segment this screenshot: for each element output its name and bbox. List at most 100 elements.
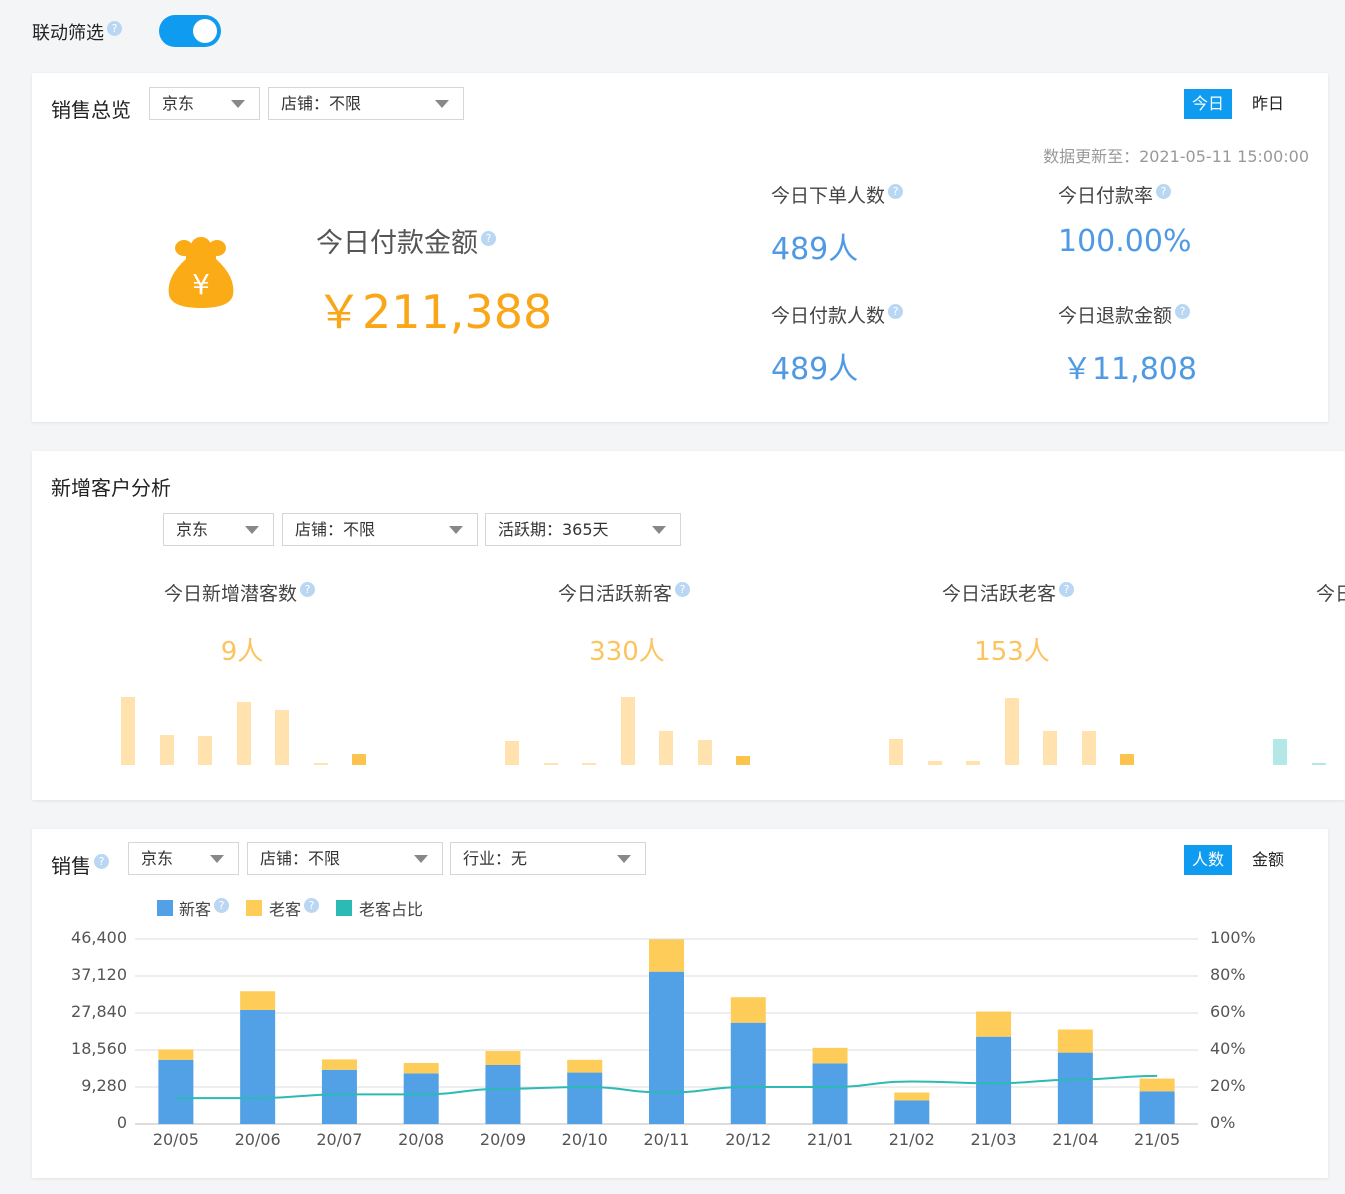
x-tick-label: 21/04 xyxy=(1052,1130,1099,1149)
toggle-knob xyxy=(193,19,217,43)
sparkline-bar xyxy=(198,736,212,765)
metric-value-potential: 9人 xyxy=(220,637,264,667)
help-icon[interactable] xyxy=(1156,183,1172,199)
kpi-label-pay-rate: 今日付款率 xyxy=(1058,181,1172,208)
x-tick-label: 21/05 xyxy=(1134,1130,1181,1149)
tab-today[interactable]: 今日 xyxy=(1184,89,1233,119)
y-right-tick-label: 0% xyxy=(1210,1113,1236,1132)
new-customer-title: 新增客户分析 xyxy=(51,476,171,500)
y-left-tick-label: 46,400 xyxy=(71,928,127,947)
kpi-label-orders: 今日下单人数 xyxy=(771,181,904,208)
platform-select[interactable]: 京东 xyxy=(149,87,260,120)
bar-old-customers[interactable] xyxy=(1057,1029,1093,1053)
help-icon[interactable] xyxy=(888,183,904,199)
bar-new-customers[interactable] xyxy=(567,1072,603,1124)
sparkline-bar xyxy=(159,735,174,765)
bar-new-customers[interactable] xyxy=(158,1059,194,1124)
bar-old-customers[interactable] xyxy=(403,1062,439,1074)
sparkline-bar xyxy=(236,702,251,765)
x-tick-label: 20/10 xyxy=(561,1130,608,1149)
bar-old-customers[interactable] xyxy=(485,1051,521,1065)
help-icon[interactable] xyxy=(107,21,122,36)
bar-new-customers[interactable] xyxy=(812,1063,848,1124)
money-bag-icon: ¥ xyxy=(168,237,234,308)
sparkline-bar xyxy=(659,731,673,765)
y-left-tick-label: 27,840 xyxy=(71,1002,127,1021)
sparkline-bar xyxy=(1120,754,1134,765)
bar-old-customers[interactable] xyxy=(321,1059,357,1070)
new-customer-card: 新增客户分析 京东 店铺：不限 活跃期：365天 今日新增潜客数 9人 今日活跃… xyxy=(32,451,1345,800)
sparkline-bar xyxy=(1004,698,1019,765)
bar-new-customers[interactable] xyxy=(649,971,684,1124)
help-icon[interactable] xyxy=(675,581,691,597)
chevron-down-icon xyxy=(435,100,449,108)
bar-new-customers[interactable] xyxy=(240,1009,276,1124)
x-tick-label: 21/03 xyxy=(970,1130,1017,1149)
bar-old-customers[interactable] xyxy=(649,939,684,972)
store-select[interactable]: 店铺：不限 xyxy=(268,87,464,120)
y-right-tick-label: 100% xyxy=(1210,928,1256,947)
update-time: 数据更新至：2021-05-11 15:00:00 xyxy=(1043,147,1309,166)
bar-new-customers[interactable] xyxy=(321,1069,357,1124)
sparkline-bar xyxy=(889,739,903,765)
x-tick-label: 20/08 xyxy=(398,1130,445,1149)
sparkline-bar xyxy=(966,761,980,765)
sparkline-bar xyxy=(620,697,635,765)
bar-new-customers[interactable] xyxy=(1057,1052,1093,1124)
bar-new-customers[interactable] xyxy=(485,1064,521,1124)
linked-filter-toggle[interactable] xyxy=(159,15,221,47)
bar-old-customers[interactable] xyxy=(567,1059,603,1073)
help-icon[interactable] xyxy=(481,231,496,246)
bar-new-customers[interactable] xyxy=(1139,1091,1175,1124)
chevron-down-icon xyxy=(231,100,245,108)
chevron-down-icon xyxy=(245,526,259,534)
sparkline-bar xyxy=(275,710,289,765)
x-tick-label: 20/05 xyxy=(152,1130,199,1149)
chevron-down-icon xyxy=(652,526,666,534)
sparkline-bar xyxy=(1311,763,1326,765)
x-tick-label: 20/09 xyxy=(479,1130,526,1149)
platform-select[interactable]: 京东 xyxy=(163,513,274,546)
yen-symbol: ¥ xyxy=(192,268,210,301)
bar-new-customers[interactable] xyxy=(403,1073,439,1124)
help-icon[interactable] xyxy=(300,581,316,597)
active-period-select[interactable]: 活跃期：365天 xyxy=(485,513,681,546)
metric-label-active-old: 今日活跃老客 xyxy=(942,579,1075,606)
kpi-value-orders: 489人 xyxy=(771,232,859,267)
sparkline-bar xyxy=(927,761,942,765)
sparkline-bar xyxy=(697,740,712,765)
tab-yesterday[interactable]: 昨日 xyxy=(1244,89,1292,119)
bar-new-customers[interactable] xyxy=(730,1022,766,1124)
help-icon[interactable] xyxy=(1175,303,1191,319)
bar-new-customers[interactable] xyxy=(894,1100,930,1124)
kpi-label-payers: 今日付款人数 xyxy=(771,301,904,328)
store-select[interactable]: 店铺：不限 xyxy=(282,513,478,546)
x-tick-label: 21/01 xyxy=(806,1130,854,1149)
bar-old-customers[interactable] xyxy=(976,1011,1012,1037)
sparkline-bar xyxy=(121,697,135,765)
bar-new-customers[interactable] xyxy=(976,1036,1012,1124)
chart-plot xyxy=(135,938,1198,1125)
y-left-tick-label: 0 xyxy=(116,1113,127,1132)
help-icon[interactable] xyxy=(888,303,904,319)
y-right-tick-label: 40% xyxy=(1210,1039,1246,1058)
y-right-tick-label: 60% xyxy=(1210,1002,1246,1021)
y-right-tick-label: 80% xyxy=(1210,965,1246,984)
x-tick-label: 20/07 xyxy=(316,1130,363,1149)
help-icon[interactable] xyxy=(1059,581,1075,597)
y-left-tick-label: 9,280 xyxy=(81,1076,127,1095)
sparkline-bar xyxy=(582,763,596,765)
bar-old-customers[interactable] xyxy=(158,1049,194,1060)
kpi-value-payers: 489人 xyxy=(771,352,859,387)
bar-old-customers[interactable] xyxy=(1139,1078,1175,1092)
kpi-value-pay-rate: 100.00% xyxy=(1058,224,1192,259)
bar-old-customers[interactable] xyxy=(812,1047,848,1064)
linked-filter-label: 联动筛选 xyxy=(32,19,122,45)
sales-overview-title: 销售总览 xyxy=(51,98,131,122)
bar-old-customers[interactable] xyxy=(730,997,766,1023)
sparkline-bar xyxy=(543,763,558,765)
metric-label-active-new: 今日活跃新客 xyxy=(558,579,691,606)
bar-old-customers[interactable] xyxy=(894,1092,930,1101)
bar-old-customers[interactable] xyxy=(240,991,276,1010)
kpi-value-refund: ￥11,808 xyxy=(1062,352,1197,387)
